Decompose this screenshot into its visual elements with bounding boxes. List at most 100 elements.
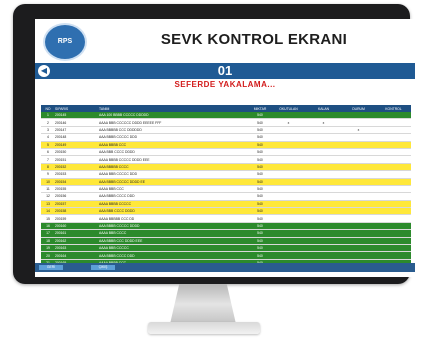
header-bar: ◀ 01	[35, 63, 415, 79]
table-cell: 3	[47, 127, 49, 132]
table-cell: 18	[46, 238, 50, 243]
col-header: TANIM	[99, 106, 110, 111]
table-cell: AAA BBBB CCCCC DDDD	[99, 224, 140, 229]
table-row[interactable]: 8 200152 AAA BBBBB CCCC 540	[41, 163, 411, 172]
table-cell: 10	[46, 179, 50, 184]
monitor-base	[148, 322, 260, 334]
table-cell: 7	[47, 157, 49, 162]
screen: RPS SEVK KONTROL EKRANI ◀ 01 SEFERDE YAK…	[35, 19, 415, 277]
col-header: DURUM	[352, 106, 365, 111]
table-cell: AAA 100 BBBB CCCCC DDDDD	[99, 113, 149, 118]
table-cell: AAAA BBB CCCCCC DDDD EEEEE FFF	[99, 120, 162, 125]
table-cell: 200152	[55, 164, 67, 169]
table-row[interactable]: 3 200147 AAA BBBBB CCC DDDDDD 540 x	[41, 126, 411, 135]
table-cell: x	[287, 120, 290, 125]
table-row[interactable]: 9 200153 AAAA BBB CCCCC DDD 540	[41, 171, 411, 179]
table-cell: 200148	[55, 135, 67, 140]
table-cell: 200155	[55, 187, 67, 192]
table-cell: AAAA BBB CCCCC	[99, 246, 129, 251]
col-header: OKUTULAN	[279, 106, 298, 111]
table-cell: 200162	[55, 238, 67, 243]
table-row[interactable]: 19 200163 AAAA BBB CCCCC 540	[41, 245, 411, 253]
table-cell: AAA BBBB CCCC DDD	[99, 194, 135, 199]
table-cell: 5	[47, 142, 49, 147]
table-row[interactable]: 5 200149 AAAA BBBB CCC 540	[41, 141, 411, 149]
back-button[interactable]: GERİ	[39, 265, 63, 270]
table-cell: 17	[46, 231, 50, 236]
table-cell: AAAA BBB CCCC	[99, 231, 127, 236]
table-cell: 11	[46, 187, 50, 192]
table-cell: AAAA BBBB CCCCC	[99, 201, 132, 206]
col-header: KALAN	[317, 106, 330, 111]
table-cell: 540	[257, 231, 263, 236]
table-cell: 540	[257, 135, 263, 140]
table-cell: 540	[257, 157, 263, 162]
table-cell: 200164	[55, 253, 67, 258]
table-cell: 2	[47, 120, 49, 125]
table-cell: 200154	[55, 179, 67, 184]
table-cell: 200149	[55, 142, 67, 147]
table-cell: 200157	[55, 201, 67, 206]
table-cell: 540	[257, 187, 263, 192]
table-cell: 540	[257, 127, 263, 132]
company-logo: RPS	[43, 23, 87, 61]
table-row[interactable]: 17 200161 AAAA BBB CCCC 540	[41, 230, 411, 238]
table-row[interactable]: 2 200146 AAAA BBB CCCCCC DDDD EEEEE FFF 540…	[41, 119, 411, 127]
table-cell: 540	[257, 216, 263, 221]
table-cell: 200153	[55, 172, 67, 177]
table-cell: 540	[257, 246, 263, 251]
table-cell: 200159	[55, 216, 67, 221]
table-cell: 200150	[55, 150, 67, 155]
table-cell: 540	[257, 209, 263, 214]
table-cell: 200161	[55, 231, 67, 236]
table-row[interactable]: 13 200157 AAAA BBBB CCCCC 540	[41, 200, 411, 209]
table-row[interactable]: 11 200155 AAAA BBB CCC 540	[41, 185, 411, 194]
table-row[interactable]: 4 200148 AAA BBBB CCCCC DDD 540	[41, 134, 411, 142]
table-row[interactable]: 15 200159 AAAA BBBBB CCC DD 540	[41, 215, 411, 223]
table-cell: 200151	[55, 157, 67, 162]
table-cell: AAA BBBBB CCCC	[99, 164, 129, 169]
table-cell: 540	[257, 113, 263, 118]
table-cell: AAAA BBB CCCCC DDD	[99, 172, 138, 177]
table-cell: 8	[47, 164, 49, 169]
table-row[interactable]: 6 200150 AAA BBB CCCC DDDD 540	[41, 148, 411, 157]
table-row[interactable]: 7 200151 AAAA BBBB CCCCC DDDD EEE 540	[41, 156, 411, 164]
table-cell: 200146	[55, 120, 67, 125]
table-cell: 540	[257, 179, 263, 184]
table-row[interactable]: 10 200154 AAA BBBB CCCCC DDDD EE 540	[41, 178, 411, 186]
col-header: KONTROL	[385, 106, 402, 111]
table-cell: AAA BBBB CCCC DDD	[99, 253, 135, 258]
table-cell: 1	[47, 113, 49, 118]
table-cell: 9	[47, 172, 49, 177]
table-row[interactable]: 14 200158 AAA BBB CCCC DDDD 540	[41, 208, 411, 216]
table-cell: 540	[257, 253, 263, 258]
table-row[interactable]: 12 200156 AAA BBBB CCCC DDD 540	[41, 193, 411, 201]
table-row[interactable]: 20 200164 AAA BBBB CCCC DDD 540	[41, 252, 411, 260]
table-cell: AAA BBB CCCC DDDD	[99, 150, 135, 155]
table-cell: AAAA BBBB CCCCC DDDD EEE	[99, 157, 150, 162]
table-cell: 4	[47, 135, 49, 140]
table-row[interactable]: 1 200145 AAA 100 BBBB CCCCC DDDDD 540	[41, 112, 411, 120]
table-cell: 14	[46, 209, 50, 214]
table-row[interactable]: 16 200160 AAA BBBB CCCCC DDDD 540	[41, 222, 411, 231]
shipment-table: NO SIPARIS TANIM MIKTAR OKUTULAN KALAN D…	[41, 105, 411, 268]
table-cell: AAAA BBBB CCC	[99, 142, 127, 147]
table-cell: 16	[46, 224, 50, 229]
table-cell: x	[357, 127, 360, 132]
table-cell: 6	[47, 150, 49, 155]
table-cell: 540	[257, 164, 263, 169]
exit-button[interactable]: ÇIKIŞ	[91, 265, 115, 270]
col-header: NO	[45, 106, 51, 111]
table-cell: 19	[46, 246, 50, 251]
screen-number: 01	[217, 63, 233, 78]
table-cell: AAA BBBB CCC DDDD EEE	[99, 238, 143, 243]
status-message: SEFERDE YAKALAMA...	[174, 80, 276, 89]
table-row[interactable]: 18 200162 AAA BBBB CCC DDDD EEE 540	[41, 237, 411, 246]
bottom-bar: GERİ ÇIKIŞ	[35, 263, 415, 272]
table-cell: AAA BBBB CCCCC DDDD EE	[99, 179, 145, 184]
table-cell: AAA BBB CCCC DDDD	[99, 209, 135, 214]
table-cell: AAAA BBBBB CCC DD	[99, 216, 135, 221]
monitor-frame: RPS SEVK KONTROL EKRANI ◀ 01 SEFERDE YAK…	[13, 4, 415, 284]
table-cell: 200160	[55, 224, 67, 229]
table-cell: 13	[46, 201, 50, 206]
